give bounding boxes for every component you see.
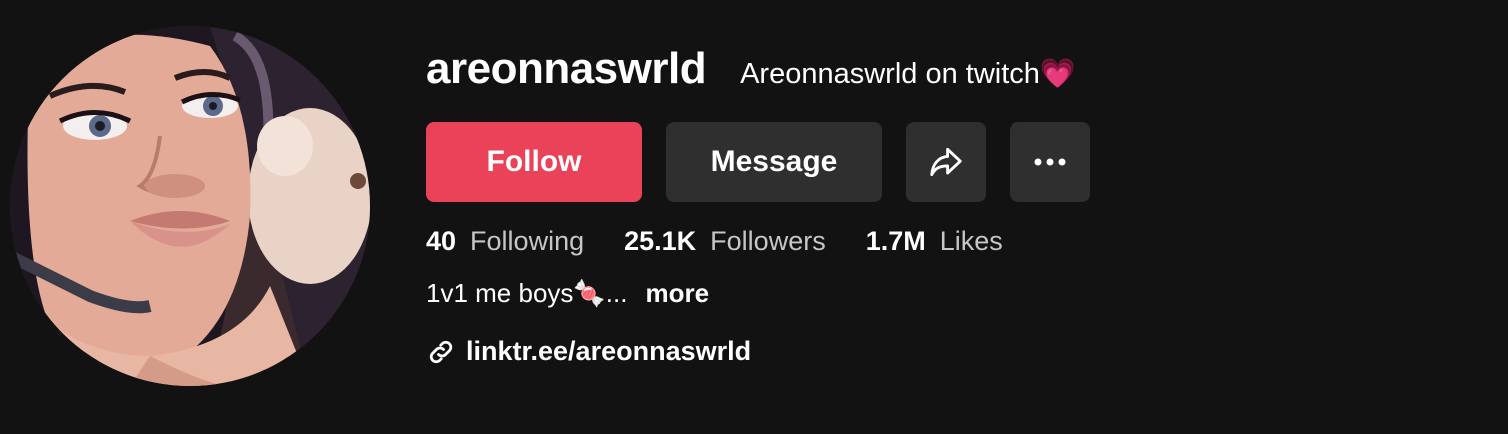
bio-text: 1v1 me boys🍬...: [426, 278, 628, 308]
profile-info: areonnaswrld Areonnaswrld on twitch💗 Fol…: [426, 0, 1508, 434]
profile-link-text: linktr.ee/areonnaswrld: [466, 336, 752, 366]
followers-stat[interactable]: 25.1K Followers: [624, 226, 826, 257]
profile-link[interactable]: linktr.ee/areonnaswrld: [426, 336, 751, 367]
link-icon: [426, 337, 456, 367]
follow-button[interactable]: Follow: [426, 122, 642, 202]
nickname: Areonnaswrld on twitch💗: [740, 58, 1077, 90]
bio: 1v1 me boys🍬... more: [426, 278, 709, 309]
action-buttons: Follow Message: [426, 122, 1090, 202]
likes-stat: 1.7M Likes: [866, 226, 1003, 257]
message-button[interactable]: Message: [666, 122, 882, 202]
bio-more-link[interactable]: more: [645, 278, 709, 309]
following-label: Following: [470, 226, 585, 256]
followers-count: 25.1K: [624, 226, 697, 256]
following-stat[interactable]: 40 Following: [426, 226, 584, 257]
more-dots-icon: [1034, 158, 1066, 166]
likes-count: 1.7M: [865, 226, 926, 256]
title-row: areonnaswrld Areonnaswrld on twitch💗: [426, 44, 1076, 94]
likes-label: Likes: [939, 226, 1003, 256]
share-arrow-icon: [930, 147, 962, 177]
avatar-image: [10, 26, 370, 386]
followers-label: Followers: [710, 226, 826, 256]
share-button[interactable]: [906, 122, 986, 202]
username: areonnaswrld: [426, 44, 707, 93]
more-options-button[interactable]: [1010, 122, 1090, 202]
profile-stats: 40 Following 25.1K Followers 1.7M Likes: [426, 226, 1043, 257]
avatar[interactable]: [10, 26, 370, 386]
following-count: 40: [426, 226, 457, 256]
